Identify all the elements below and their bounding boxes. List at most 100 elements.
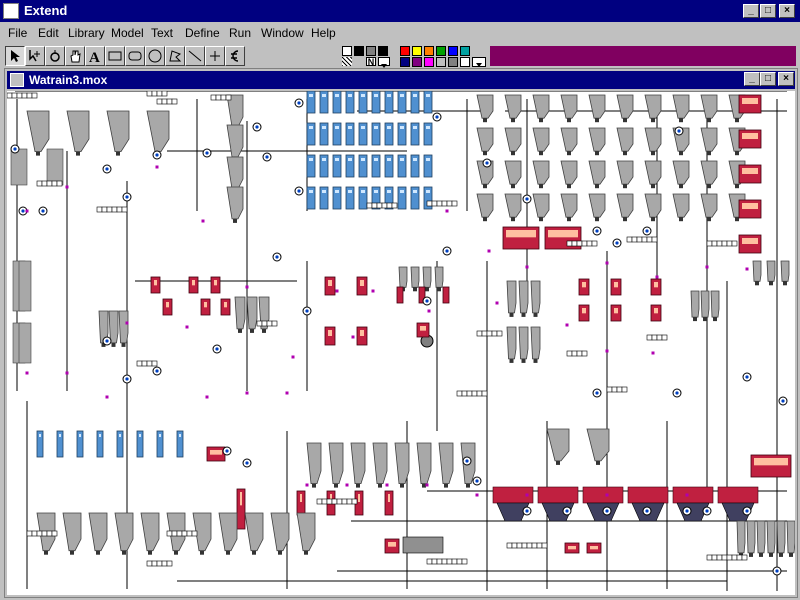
connector-strip[interactable] [566,350,573,357]
doc-maximize-button[interactable]: □ [760,72,776,86]
silo-tank[interactable] [746,520,756,554]
connector-strip[interactable] [741,554,748,561]
connector-strip[interactable] [646,334,653,341]
color-swatch[interactable] [448,57,458,67]
connector-strip[interactable] [566,240,573,247]
connector-strip[interactable] [51,530,58,537]
silo-tank[interactable] [518,326,529,360]
color-swatch[interactable] [400,46,410,56]
connector-strip[interactable] [46,180,53,187]
connector-strip[interactable] [636,236,643,243]
connector-strip[interactable] [591,240,598,247]
line-tool-icon[interactable] [185,46,205,66]
connector-strip[interactable] [471,390,478,397]
color-swatch[interactable] [424,57,434,67]
connector-strip[interactable] [256,320,263,327]
connector-strip[interactable] [146,560,153,567]
silo-tank[interactable] [350,442,366,484]
connector-strip[interactable] [571,240,578,247]
silo-tank[interactable] [416,442,432,484]
maximize-button[interactable]: □ [760,4,776,18]
reactor-block[interactable] [537,486,579,504]
connector-strip[interactable] [136,360,143,367]
silo-tank[interactable] [756,520,766,554]
silo-tank[interactable] [786,520,795,554]
connector-strip[interactable] [456,390,463,397]
connector-strip[interactable] [371,202,378,209]
reactor-block[interactable] [672,486,714,504]
silo-tank[interactable] [518,280,529,314]
connector-strip[interactable] [576,240,583,247]
silo-tank[interactable] [710,290,720,318]
silo-tank[interactable] [476,127,494,152]
silo-tank[interactable] [394,442,410,484]
connector-strip[interactable] [166,530,173,537]
color-swatch[interactable] [460,46,470,56]
connector-strip[interactable] [336,498,343,505]
connector-strip[interactable] [456,558,463,565]
silo-tank[interactable] [700,290,710,318]
color-picker[interactable] [400,46,488,67]
silo-tank[interactable] [246,296,258,330]
reactor-block[interactable] [717,486,759,504]
connector-strip[interactable] [451,200,458,207]
connector-strip[interactable] [331,498,338,505]
silo-tank[interactable] [530,280,541,314]
connector-strip[interactable] [146,91,153,97]
color-swatch[interactable] [412,46,422,56]
connector-strip[interactable] [611,386,618,393]
connector-strip[interactable] [191,530,198,537]
connector-strip[interactable] [346,498,353,505]
silo-tank[interactable] [532,127,550,152]
connector-strip[interactable] [651,236,658,243]
silo-tank[interactable] [118,310,129,344]
reactor-block[interactable] [627,486,669,504]
silo-tank[interactable] [616,127,634,152]
connector-strip[interactable] [215,94,222,101]
connector-strip[interactable] [386,202,393,209]
connector-strip[interactable] [516,542,523,549]
connector-strip[interactable] [116,206,123,213]
silo-tank[interactable] [672,160,690,185]
silo-tank[interactable] [62,512,82,552]
silo-tank[interactable] [234,296,246,330]
connector-strip[interactable] [436,558,443,565]
connector-strip[interactable] [46,530,53,537]
silo-tank[interactable] [18,260,32,312]
silo-tank[interactable] [476,94,494,119]
silo-tank[interactable] [644,160,662,185]
connector-strip[interactable] [271,320,278,327]
connector-strip[interactable] [721,554,728,561]
connector-strip[interactable] [26,92,33,99]
connector-strip[interactable] [156,98,163,105]
connector-strip[interactable] [41,530,48,537]
connector-strip[interactable] [621,386,628,393]
connector-strip[interactable] [166,98,173,105]
connector-strip[interactable] [496,330,503,337]
rectangle-tool-icon[interactable] [105,46,125,66]
doc-minimize-button[interactable]: _ [744,72,760,86]
block-tool-icon[interactable] [45,46,65,66]
silo-tank[interactable] [532,193,550,218]
connector-strip[interactable] [341,498,348,505]
silo-tank[interactable] [46,148,64,186]
silo-tank[interactable] [644,127,662,152]
rounded-rectangle-tool-icon[interactable] [125,46,145,66]
silo-tank[interactable] [532,160,550,185]
connector-strip[interactable] [731,240,738,247]
silo-tank[interactable] [588,127,606,152]
connector-strip[interactable] [381,202,388,209]
connector-strip[interactable] [161,560,168,567]
connector-strip[interactable] [451,558,458,565]
silo-tank[interactable] [410,266,420,288]
connector-strip[interactable] [721,240,728,247]
color-swatch[interactable] [460,57,470,67]
connector-strip[interactable] [711,554,718,561]
menu-define[interactable]: Define [185,26,220,40]
silo-tank[interactable] [504,193,522,218]
connector-strip[interactable] [641,236,648,243]
connector-strip[interactable] [171,530,178,537]
silo-tank[interactable] [506,326,517,360]
connector-strip[interactable] [31,530,38,537]
silo-tank[interactable] [66,110,90,152]
